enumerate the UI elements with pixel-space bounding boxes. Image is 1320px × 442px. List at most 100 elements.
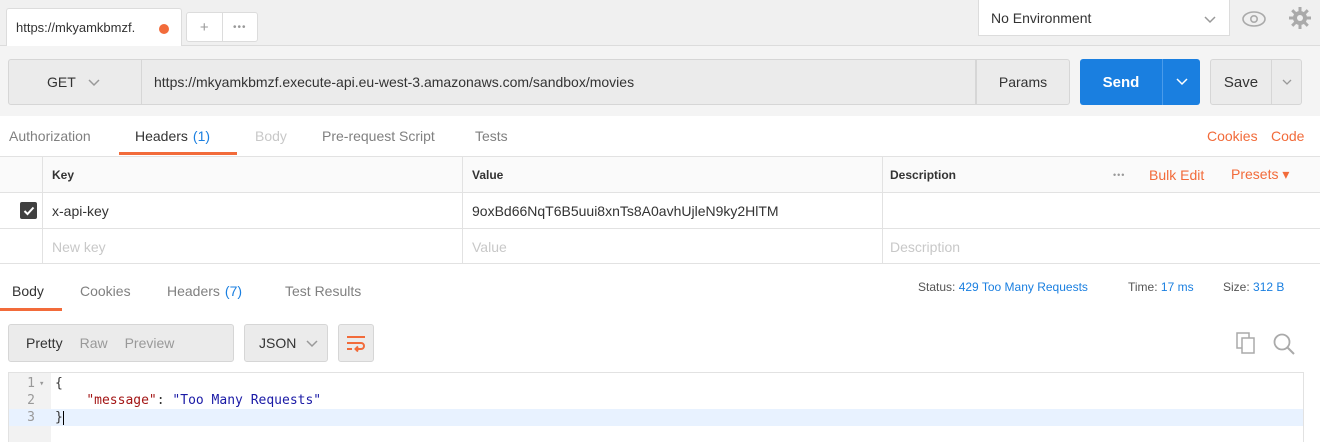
size-readout: Size: 312 B [1223,280,1284,294]
presets-dropdown[interactable]: Presets ▾ [1231,157,1289,192]
code-line: 1 ▾ { [9,375,1303,392]
bulk-edit-button[interactable]: Bulk Edit [1149,157,1204,192]
new-value-field[interactable]: Value [472,229,507,264]
pretty-button[interactable]: Pretty [9,335,63,351]
tab-test-results[interactable]: Test Results [285,270,361,312]
tab-prerequest-script[interactable]: Pre-request Script [322,116,435,156]
status-readout: Status: 429 Too Many Requests [918,280,1088,294]
json-separator: : [156,393,173,408]
code-line-active: 3 } [9,409,1303,426]
table-header-row: Key Value Description ••• Bulk Edit Pres… [0,156,1320,192]
add-tab-button[interactable]: + [187,13,222,41]
new-key-field[interactable]: New key [52,229,106,264]
tab-body[interactable]: Body [255,116,287,156]
tab-response-cookies[interactable]: Cookies [80,270,131,312]
response-body-editor[interactable]: 1 ▾ { 2 "message": "Too Many Requests" 3… [8,372,1304,442]
code-link[interactable]: Code [1271,116,1304,156]
table-row: x-api-key 9oxBd66NqT6B5uui8xnTs8A0avhUjl… [0,192,1320,228]
line-number: 2 [27,393,35,408]
header-value-field[interactable]: 9oxBd66NqT6B5uui8xnTs8A0avhUjleN9ky2HlTM [472,193,779,228]
url-input[interactable]: https://mkyamkbmzf.execute-api.eu-west-3… [142,59,976,105]
tab-response-body[interactable]: Body [12,270,44,312]
time-label: Time: [1128,280,1158,294]
view-mode-group: Pretty Raw Preview [8,324,234,362]
save-label: Save [1223,73,1259,91]
preview-button[interactable]: Preview [108,335,175,351]
headers-count-badge: (1) [192,128,211,144]
column-description: Description [890,167,957,182]
code-text-content: } [55,410,63,425]
top-bar: https://mkyamkbmzf. + ••• No Environment [0,0,1320,46]
method-select[interactable]: GET [8,59,142,105]
save-button[interactable]: Save [1210,59,1302,105]
active-tab-indicator [0,308,62,311]
more-tabs-button[interactable]: ••• [221,13,258,41]
tab-headers[interactable]: Headers (1) [135,116,210,156]
eye-icon[interactable] [1240,8,1268,33]
wrap-lines-button[interactable] [338,324,374,362]
tab-label: Body [12,283,44,299]
environment-select[interactable]: No Environment [978,0,1230,36]
save-options-button[interactable] [1271,60,1301,104]
line-number: 1 [27,376,35,391]
send-button[interactable]: Send [1080,59,1200,105]
tab-label: Test Results [285,283,362,299]
response-headers-count-badge: (7) [224,283,243,299]
time-readout: Time: 17 ms [1128,280,1194,294]
cookies-link[interactable]: Cookies [1207,116,1258,156]
active-tab-indicator [119,152,237,155]
tab-label: Authorization [9,128,91,144]
format-select[interactable]: JSON [244,324,328,362]
tab-actions: + ••• [186,12,258,42]
search-icon[interactable] [1272,332,1296,359]
code-text: "message": "Too Many Requests" [51,393,321,408]
response-tabs: Body Cookies Headers (7) Test Results Sta… [0,270,1320,312]
params-button[interactable]: Params [976,59,1070,105]
environment-label: No Environment [991,9,1092,26]
method-label: GET [47,74,76,90]
tab-label: Headers [167,283,220,299]
table-row-new: New key Value Description [0,228,1320,264]
tab-label: Body [255,128,287,144]
status-value[interactable]: 429 Too Many Requests [959,280,1088,294]
request-tabs: Authorization Headers (1) Body Pre-reques… [0,116,1320,156]
tab-title: https://mkyamkbmzf. [16,20,136,35]
more-options-button[interactable]: ••• [1113,157,1125,192]
code-text: } [51,410,64,425]
raw-button[interactable]: Raw [63,335,108,351]
size-value[interactable]: 312 B [1253,280,1284,294]
column-key: Key [52,167,75,182]
chevron-down-icon [1175,78,1188,86]
send-options-button[interactable] [1162,59,1200,105]
tab-tests[interactable]: Tests [475,116,508,156]
gear-icon[interactable] [1288,6,1312,33]
check-icon [23,206,34,215]
tab-label: Tests [475,128,508,144]
fold-toggle-icon[interactable]: ▾ [39,379,51,389]
chevron-down-icon [306,335,318,351]
tab-label: Cookies [80,283,131,299]
header-key-field[interactable]: x-api-key [52,193,109,228]
copy-icon[interactable] [1236,332,1256,357]
chevron-down-icon [1203,12,1217,28]
time-value[interactable]: 17 ms [1161,280,1194,294]
format-label: JSON [259,335,297,351]
tab-label: Headers [135,128,188,144]
request-bar: GET https://mkyamkbmzf.execute-api.eu-we… [0,46,1320,116]
code-line: 2 "message": "Too Many Requests" [9,392,1303,409]
enabled-checkbox[interactable] [20,202,37,219]
line-number: 3 [27,410,35,425]
chevron-down-icon [1282,79,1291,85]
json-key: "message" [86,393,157,408]
size-label: Size: [1223,280,1250,294]
json-string-value: "Too Many Requests" [172,393,322,408]
wrap-lines-icon [347,336,365,352]
code-text: { [55,376,63,391]
new-description-field[interactable]: Description [890,229,960,264]
chevron-down-icon [88,74,100,90]
column-value: Value [472,167,504,182]
tab-authorization[interactable]: Authorization [9,116,91,156]
tab-response-headers[interactable]: Headers (7) [167,270,242,312]
request-tab[interactable]: https://mkyamkbmzf. [6,8,182,46]
unsaved-dot-icon [159,24,169,34]
